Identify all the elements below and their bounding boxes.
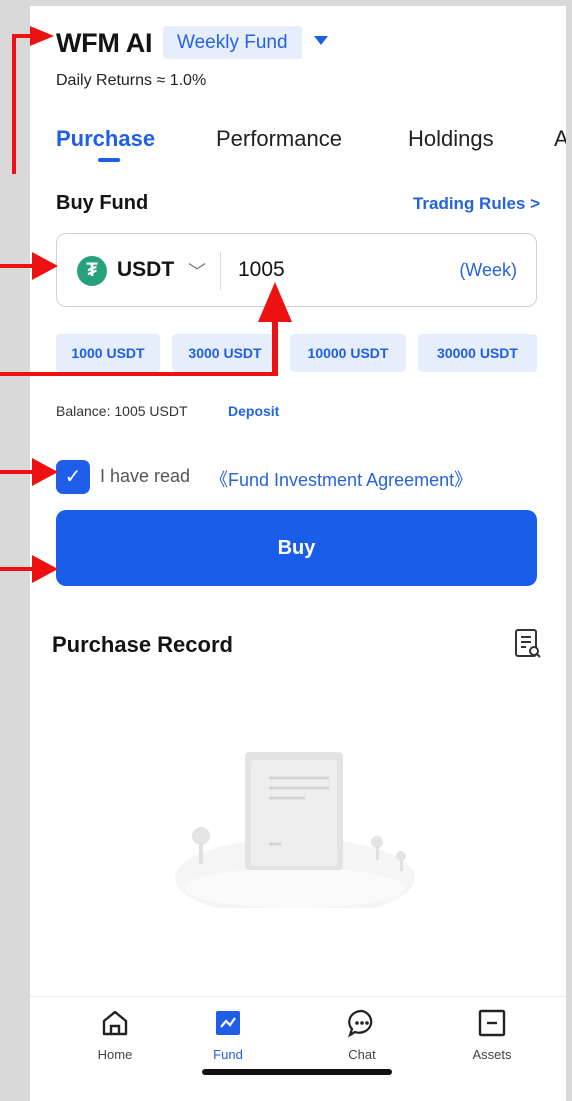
caret-down-icon[interactable] xyxy=(314,36,328,45)
nav-assets[interactable]: Assets xyxy=(442,997,542,1062)
annotation-arrow-line xyxy=(272,318,278,376)
home-icon xyxy=(102,1010,128,1036)
tab-purchase[interactable]: Purchase xyxy=(56,126,155,152)
quick-amount-30000[interactable]: 30000 USDT xyxy=(418,334,537,372)
annotation-arrow-line xyxy=(0,372,278,376)
annotation-arrowhead xyxy=(32,458,58,486)
buy-fund-title: Buy Fund xyxy=(56,192,149,214)
purchase-record-title: Purchase Record xyxy=(52,632,233,657)
trading-rules-link[interactable]: Trading Rules > xyxy=(413,194,540,214)
agreement-link[interactable]: 《Fund Investment Agreement》 xyxy=(210,466,472,492)
fund-chart-icon xyxy=(216,1011,240,1035)
divider xyxy=(220,252,221,290)
deposit-link[interactable]: Deposit xyxy=(228,403,279,419)
home-indicator xyxy=(202,1069,392,1075)
app-screen: WFM AI Weekly Fund Daily Returns ≈ 1.0% … xyxy=(30,6,566,1101)
amount-input[interactable]: 1005 xyxy=(238,258,285,282)
app-title: WFM AI xyxy=(56,28,153,58)
annotation-arrowhead xyxy=(258,282,292,322)
quick-amount-1000[interactable]: 1000 USDT xyxy=(56,334,160,372)
nav-home[interactable]: Home xyxy=(65,997,165,1062)
chat-bubble-icon xyxy=(348,1009,373,1038)
annotation-arrowhead xyxy=(32,252,58,280)
balance-text: Balance: 1005 USDT xyxy=(56,403,188,419)
quick-amount-10000[interactable]: 10000 USDT xyxy=(290,334,406,372)
empty-state-illustration xyxy=(175,752,415,908)
annotation-arrow-line xyxy=(0,470,34,474)
amount-input-box[interactable]: ₮ USDT ﹀ 1005 (Week) xyxy=(56,233,537,307)
agreement-checkbox[interactable]: ✓ xyxy=(56,460,90,494)
annotation-arrow-line xyxy=(0,264,34,268)
annotation-arrow-line xyxy=(12,34,16,174)
active-tab-indicator xyxy=(98,158,120,162)
nav-chat[interactable]: Chat xyxy=(312,997,412,1062)
tab-overflow[interactable]: A xyxy=(554,126,566,152)
tab-holdings[interactable]: Holdings xyxy=(408,126,494,152)
chevron-down-icon[interactable]: ﹀ xyxy=(188,258,206,284)
assets-box-icon xyxy=(478,1009,506,1037)
buy-button[interactable]: Buy xyxy=(56,510,537,586)
tab-performance[interactable]: Performance xyxy=(216,126,342,152)
record-search-icon[interactable] xyxy=(514,628,542,660)
bottom-nav: Home Fund Chat Assets xyxy=(30,996,566,1074)
nav-fund[interactable]: Fund xyxy=(178,997,278,1062)
annotation-arrow-line xyxy=(0,567,34,571)
tether-icon: ₮ xyxy=(77,256,107,286)
fund-selector[interactable]: Weekly Fund xyxy=(163,26,302,59)
agreement-prefix: I have read xyxy=(100,466,191,486)
annotation-arrowhead xyxy=(32,555,58,583)
quick-amount-3000[interactable]: 3000 USDT xyxy=(172,334,278,372)
period-label: (Week) xyxy=(459,260,517,280)
currency-label[interactable]: USDT xyxy=(117,258,174,282)
annotation-arrowhead xyxy=(30,26,54,46)
daily-returns: Daily Returns ≈ 1.0% xyxy=(56,72,207,89)
